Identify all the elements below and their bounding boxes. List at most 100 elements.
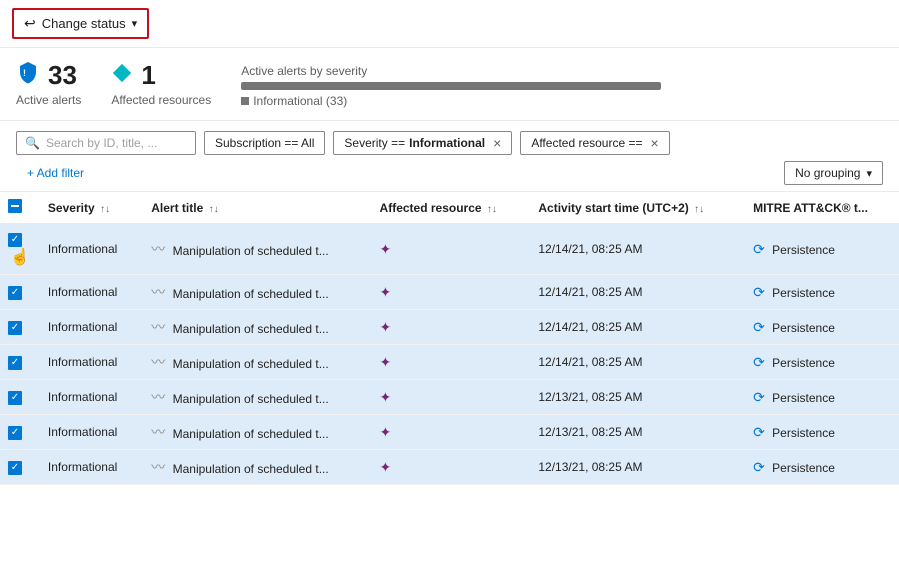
change-status-button[interactable]: ↩ Change status ▾ [12,8,149,39]
row-checkbox[interactable] [8,321,22,335]
search-icon: 🔍 [25,136,40,150]
mitre-sync-icon: ⟳ [753,389,765,405]
resource-dots-icon: ✦ [380,424,392,440]
row-affected-resource: ✦ [370,380,529,415]
row-severity: Informational [38,275,141,310]
active-alerts-count: 33 [48,60,77,91]
row-checkbox-cell[interactable] [0,380,38,415]
filter-bar: 🔍 Search by ID, title, ... Subscription … [0,121,899,192]
alert-title-text: Manipulation of scheduled t... [173,462,329,476]
table-row[interactable]: Informational 〰 Manipulation of schedule… [0,345,899,380]
row-affected-resource: ✦ [370,345,529,380]
row-checkbox-cell[interactable] [0,415,38,450]
table-row[interactable]: Informational 〰 Manipulation of schedule… [0,380,899,415]
row-mitre: ⟳ Persistence [743,380,899,415]
alert-waveform-icon: 〰 [151,354,165,370]
resource-dots-icon: ✦ [380,389,392,405]
row-alert-title[interactable]: 〰 Manipulation of scheduled t... [141,275,369,310]
row-checkbox[interactable] [8,426,22,440]
diamond-icon [111,60,133,91]
row-checkbox[interactable] [8,356,22,370]
bar-track [241,82,661,90]
alert-waveform-icon: 〰 [151,424,165,440]
mitre-tactic-text: Persistence [772,391,835,405]
col-header-severity[interactable]: Severity ↑↓ [38,192,141,224]
shield-icon: ! [16,60,40,91]
alert-title-text: Manipulation of scheduled t... [173,427,329,441]
affected-resource-filter-close-icon[interactable]: × [651,136,659,150]
toolbar: ↩ Change status ▾ [0,0,899,48]
table-row[interactable]: Informational 〰 Manipulation of schedule… [0,310,899,345]
resource-dots-icon: ✦ [380,459,392,475]
mitre-tactic-text: Persistence [772,243,835,257]
sort-activity-start-time-icon: ↑↓ [694,204,704,215]
table-row[interactable]: ☝ Informational 〰 Manipulation of schedu… [0,224,899,275]
row-alert-title[interactable]: 〰 Manipulation of scheduled t... [141,415,369,450]
affected-resource-filter-chip[interactable]: Affected resource == × [520,131,669,155]
grouping-dropdown[interactable]: No grouping ▾ [784,161,883,185]
table-row[interactable]: Informational 〰 Manipulation of schedule… [0,275,899,310]
bar-legend: Informational (33) [241,94,661,108]
resource-dots-icon: ✦ [380,354,392,370]
subscription-filter-label: Subscription == All [215,136,314,150]
subscription-filter-chip[interactable]: Subscription == All [204,131,325,155]
col-header-mitre: MITRE ATT&CK® t... [743,192,899,224]
affected-resource-filter-label: Affected resource == [531,136,642,150]
mitre-sync-icon: ⟳ [753,319,765,335]
row-affected-resource: ✦ [370,275,529,310]
row-checkbox[interactable] [8,461,22,475]
row-checkbox-cell[interactable] [0,275,38,310]
row-checkbox[interactable] [8,286,22,300]
col-header-alert-title[interactable]: Alert title ↑↓ [141,192,369,224]
severity-bar-section: Active alerts by severity Informational … [241,60,661,108]
row-alert-title[interactable]: 〰 Manipulation of scheduled t... [141,345,369,380]
row-checkbox-cell[interactable] [0,345,38,380]
row-checkbox[interactable] [8,233,22,247]
alerts-table-container: Severity ↑↓ Alert title ↑↓ Affected reso… [0,192,899,485]
row-mitre: ⟳ Persistence [743,310,899,345]
row-activity-start-time: 12/13/21, 08:25 AM [528,415,743,450]
search-placeholder: Search by ID, title, ... [46,136,157,150]
sort-severity-icon: ↑↓ [100,204,110,215]
row-activity-start-time: 12/14/21, 08:25 AM [528,275,743,310]
search-box[interactable]: 🔍 Search by ID, title, ... [16,131,196,155]
row-checkbox[interactable] [8,391,22,405]
row-severity: Informational [38,380,141,415]
row-alert-title[interactable]: 〰 Manipulation of scheduled t... [141,450,369,485]
select-all-checkbox[interactable] [8,199,22,213]
mitre-tactic-text: Persistence [772,461,835,475]
mitre-sync-icon: ⟳ [753,241,765,257]
legend-dot [241,97,249,105]
row-checkbox-cell[interactable] [0,450,38,485]
row-alert-title[interactable]: 〰 Manipulation of scheduled t... [141,310,369,345]
active-alerts-label: Active alerts [16,93,81,107]
mitre-sync-icon: ⟳ [753,354,765,370]
row-checkbox-cell[interactable] [0,310,38,345]
row-affected-resource: ✦ [370,310,529,345]
col-header-activity-start-time[interactable]: Activity start time (UTC+2) ↑↓ [528,192,743,224]
row-affected-resource: ✦ [370,415,529,450]
row-severity: Informational [38,415,141,450]
row-affected-resource: ✦ [370,450,529,485]
select-all-header[interactable] [0,192,38,224]
row-affected-resource: ✦ [370,224,529,275]
sort-affected-resource-icon: ↑↓ [487,204,497,215]
severity-filter-close-icon[interactable]: × [493,136,501,150]
mitre-sync-icon: ⟳ [753,284,765,300]
alert-waveform-icon: 〰 [151,241,165,257]
affected-resources-summary: 1 Affected resources [111,60,211,107]
col-header-affected-resource[interactable]: Affected resource ↑↓ [370,192,529,224]
row-alert-title[interactable]: 〰 Manipulation of scheduled t... [141,224,369,275]
alerts-table: Severity ↑↓ Alert title ↑↓ Affected reso… [0,192,899,485]
table-row[interactable]: Informational 〰 Manipulation of schedule… [0,450,899,485]
row-mitre: ⟳ Persistence [743,275,899,310]
severity-filter-chip[interactable]: Severity == Informational × [333,131,512,155]
row-severity: Informational [38,310,141,345]
table-row[interactable]: Informational 〰 Manipulation of schedule… [0,415,899,450]
resource-dots-icon: ✦ [380,319,392,335]
row-checkbox-cell[interactable]: ☝ [0,224,38,275]
row-mitre: ⟳ Persistence [743,345,899,380]
row-alert-title[interactable]: 〰 Manipulation of scheduled t... [141,380,369,415]
summary-row: ! 33 Active alerts 1 Affected resources … [0,48,899,121]
add-filter-button[interactable]: + Add filter [16,161,95,185]
